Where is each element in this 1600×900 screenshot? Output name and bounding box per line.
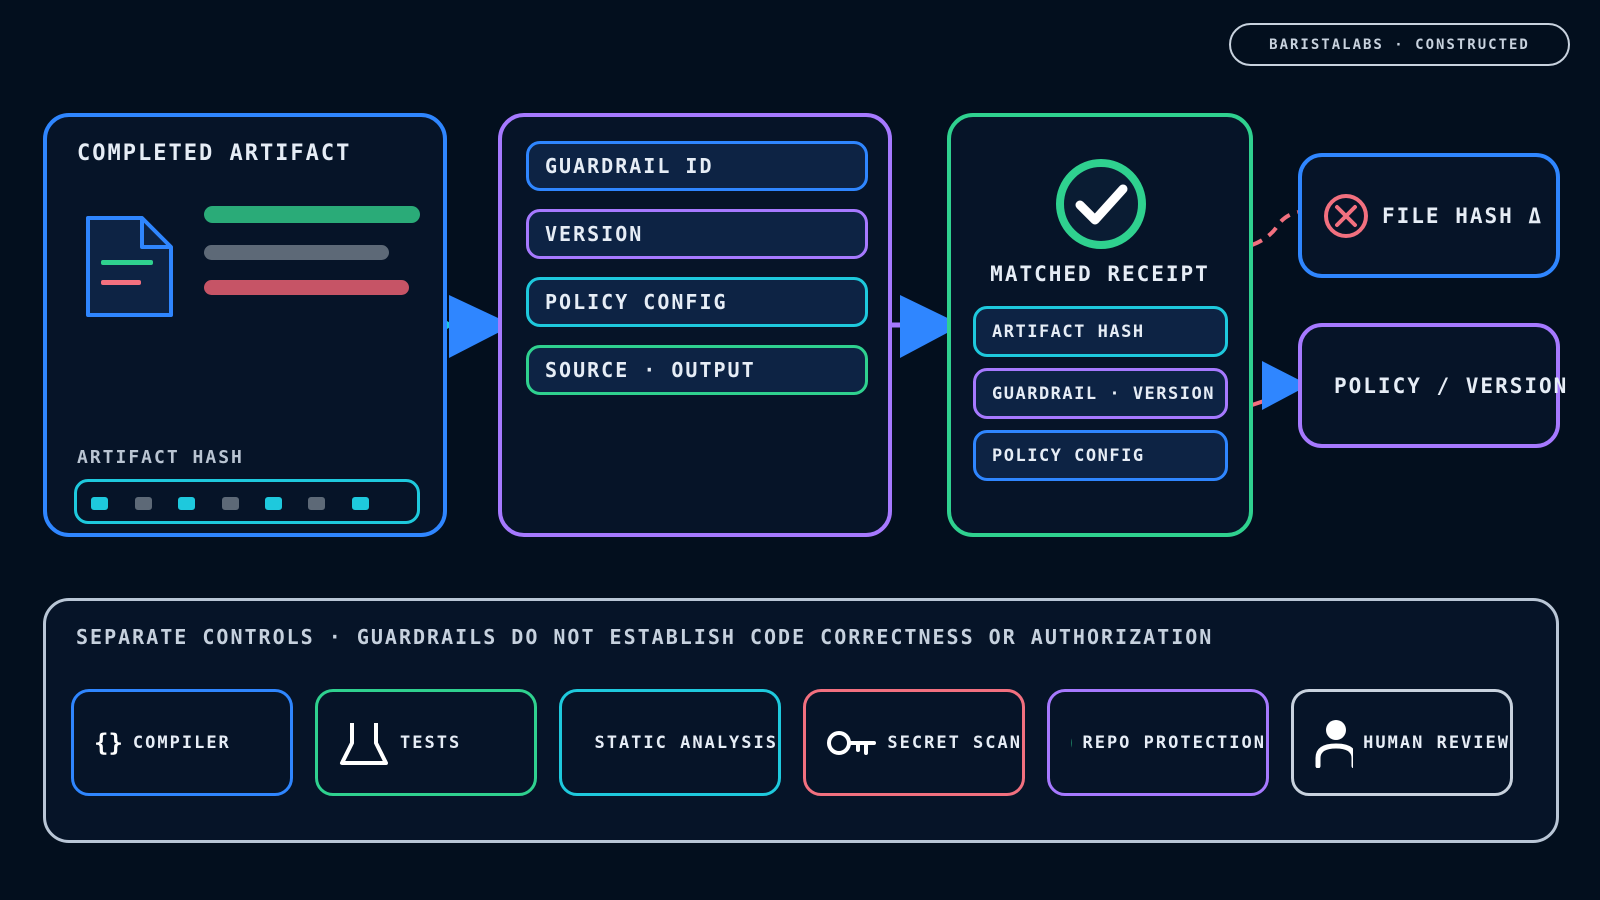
dashed-link-file-hash — [1251, 210, 1299, 247]
check-circle-icon — [1056, 159, 1146, 249]
hash-dot — [178, 497, 195, 510]
artifact-hash-bar — [74, 479, 420, 524]
branch-icon — [1071, 736, 1073, 749]
mismatch-label: FILE HASH Δ — [1382, 203, 1544, 228]
receipt-title: MATCHED RECEIPT — [990, 262, 1210, 286]
hash-dot — [222, 497, 239, 510]
control-repo-protection: REPO PROTECTION — [1047, 689, 1269, 796]
braces-icon: {} — [94, 728, 123, 757]
field-version: VERSION — [526, 209, 868, 259]
mismatch-policy-version: POLICY / VERSION — [1298, 323, 1566, 448]
content-bar-gray — [204, 245, 389, 260]
artifact-hash-label: ARTIFACT HASH — [77, 447, 244, 468]
hash-dot — [265, 497, 282, 510]
mismatch-label: POLICY / VERSION — [1334, 373, 1569, 398]
control-label: STATIC ANALYSIS — [594, 732, 778, 753]
plus-circle-icon — [584, 738, 585, 747]
x-circle-icon — [1324, 193, 1368, 238]
control-label: HUMAN REVIEW — [1363, 732, 1510, 753]
control-static-analysis: STATIC ANALYSIS — [559, 689, 781, 796]
control-label: REPO PROTECTION — [1082, 732, 1266, 753]
person-icon — [1315, 719, 1354, 768]
control-secret-scan: SECRET SCAN — [803, 689, 1025, 796]
control-label: SECRET SCAN — [887, 732, 1022, 753]
hash-dot — [352, 497, 369, 510]
hash-dot — [308, 497, 325, 510]
control-label: COMPILER — [132, 732, 231, 753]
receipt-field-guardrail-version: GUARDRAIL · VERSION — [973, 368, 1228, 419]
artifact-title: COMPLETED ARTIFACT — [77, 141, 352, 166]
field-policy-config: POLICY CONFIG — [526, 277, 868, 327]
control-compiler: {} COMPILER — [71, 689, 293, 796]
control-human-review: HUMAN REVIEW — [1291, 689, 1513, 796]
control-tests: TESTS — [315, 689, 537, 796]
completed-artifact-panel: COMPLETED ARTIFACT ARTIFACT HASH — [43, 113, 447, 537]
key-icon — [827, 730, 876, 755]
guardrail-fields-panel: GUARDRAIL ID VERSION POLICY CONFIG SOURC… — [498, 113, 892, 537]
controls-title: SEPARATE CONTROLS · GUARDRAILS DO NOT ES… — [76, 625, 1214, 649]
matched-receipt-panel: MATCHED RECEIPT ARTIFACT HASH GUARDRAIL … — [947, 113, 1253, 537]
receipt-field-policy-config: POLICY CONFIG — [973, 430, 1228, 481]
hash-dot — [135, 497, 152, 510]
flask-icon — [340, 722, 388, 765]
document-icon — [86, 216, 173, 317]
content-bar-red — [204, 280, 409, 295]
mismatch-file-hash: FILE HASH Δ — [1298, 153, 1560, 278]
separate-controls-panel: SEPARATE CONTROLS · GUARDRAILS DO NOT ES… — [43, 598, 1559, 843]
field-guardrail-id: GUARDRAIL ID — [526, 141, 868, 191]
content-bar-green — [204, 206, 420, 223]
hash-dot — [91, 497, 108, 510]
control-label: TESTS — [400, 732, 462, 753]
field-source-output: SOURCE · OUTPUT — [526, 345, 868, 395]
receipt-field-artifact-hash: ARTIFACT HASH — [973, 306, 1228, 357]
